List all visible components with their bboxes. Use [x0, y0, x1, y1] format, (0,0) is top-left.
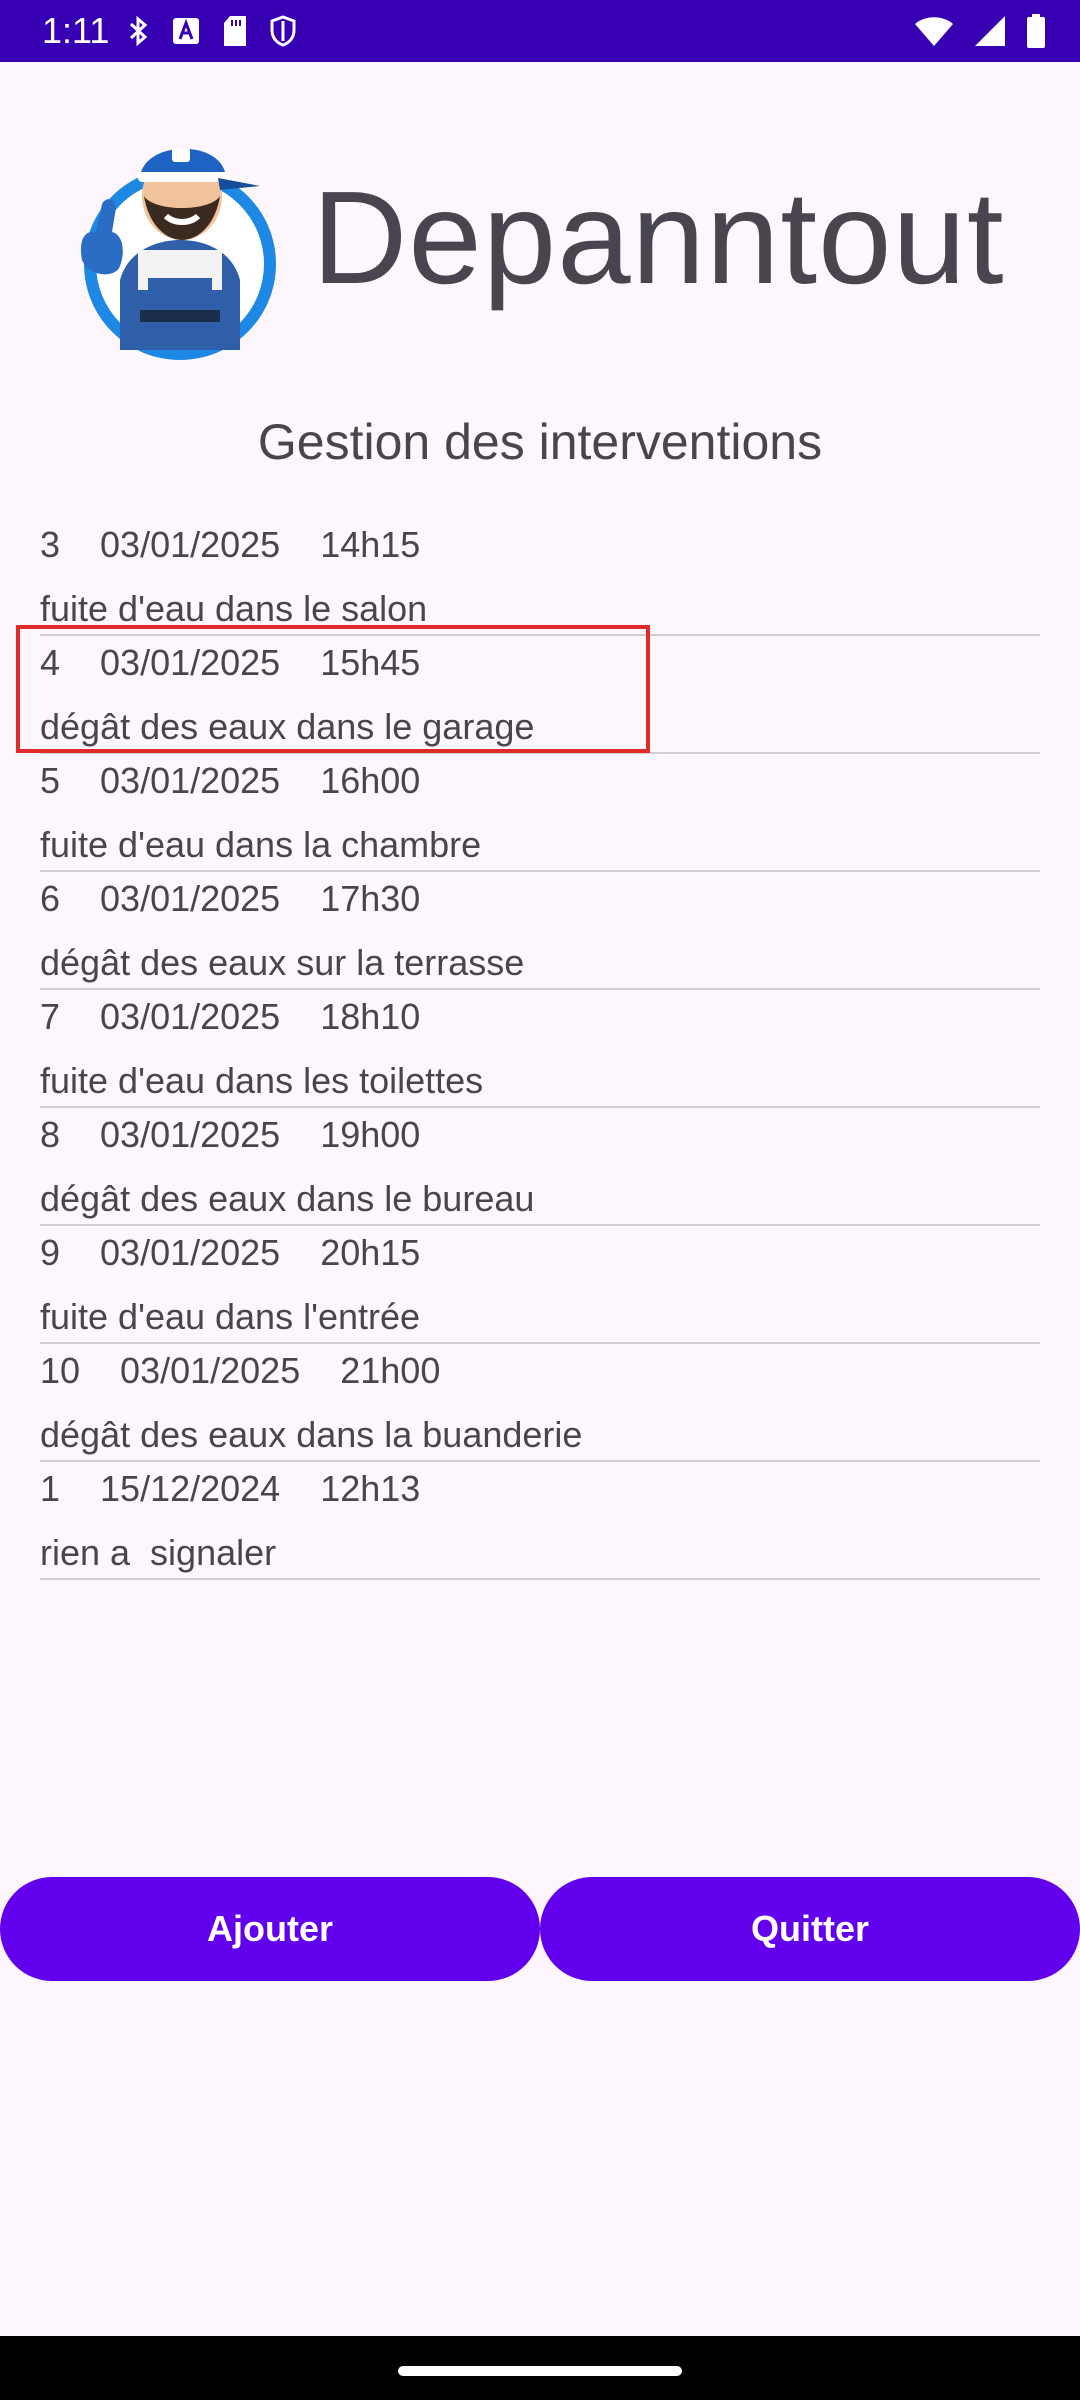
- intervention-time: 19h00: [320, 1114, 421, 1155]
- shield-icon: [270, 15, 296, 47]
- plumber-logo: [68, 100, 282, 370]
- intervention-id: 8: [40, 1114, 61, 1155]
- sd-card-icon: [224, 16, 246, 46]
- intervention-id: 5: [40, 760, 61, 801]
- list-item[interactable]: 3 03/01/2025 14h15 fuite d'eau dans le sal…: [40, 518, 1040, 636]
- intervention-date: 03/01/2025: [120, 1350, 301, 1391]
- intervention-time: 18h10: [320, 996, 421, 1037]
- list-item[interactable]: 5 03/01/2025 16h00 fuite d'eau dans la cha…: [40, 754, 1040, 872]
- intervention-time: 20h15: [320, 1232, 421, 1273]
- intervention-id: 7: [40, 996, 61, 1037]
- intervention-date: 15/12/2024: [100, 1468, 281, 1509]
- intervention-description: fuite d'eau dans la chambre: [40, 824, 482, 865]
- intervention-date: 03/01/2025: [100, 1114, 281, 1155]
- intervention-description: dégât des eaux sur la terrasse: [40, 942, 525, 983]
- quit-button[interactable]: Quitter: [540, 1877, 1080, 1981]
- intervention-id: 9: [40, 1232, 61, 1273]
- intervention-date: 03/01/2025: [100, 1232, 281, 1273]
- page-subtitle: Gestion des interventions: [257, 414, 823, 470]
- signal-icon: [975, 16, 1005, 46]
- status-bar: 1:11: [0, 0, 1080, 62]
- list-item[interactable]: 10 03/01/2025 21h00 dégât des eaux dans la…: [40, 1344, 1040, 1462]
- intervention-description: dégât des eaux dans le bureau: [40, 1178, 535, 1219]
- list-item[interactable]: 1 15/12/2024 12h13 rien a signaler: [40, 1462, 1040, 1580]
- intervention-description: fuite d'eau dans l'entrée: [40, 1296, 421, 1337]
- status-icons-left: [128, 14, 296, 48]
- list-item[interactable]: 9 03/01/2025 20h15 fuite d'eau dans l'entr…: [40, 1226, 1040, 1344]
- intervention-description: rien a signaler: [40, 1532, 277, 1573]
- status-time: 1:11: [42, 10, 110, 51]
- home-gesture-handle[interactable]: [398, 2366, 682, 2376]
- list-item[interactable]: 6 03/01/2025 17h30 dégât des eaux sur la t…: [40, 872, 1040, 990]
- list-item[interactable]: 8 03/01/2025 19h00 dégât des eaux dans le …: [40, 1108, 1040, 1226]
- intervention-id: 1: [40, 1468, 61, 1509]
- a-icon: [173, 18, 199, 44]
- add-button[interactable]: Ajouter: [0, 1877, 540, 1981]
- intervention-time: 12h13: [320, 1468, 421, 1509]
- app-title: Depanntout: [312, 164, 1005, 311]
- intervention-time: 21h00: [340, 1350, 441, 1391]
- intervention-id: 10: [40, 1350, 81, 1391]
- intervention-date: 03/01/2025: [100, 760, 281, 801]
- status-icons-right: [914, 12, 1046, 50]
- selection-highlight: [16, 625, 650, 753]
- intervention-date: 03/01/2025: [100, 524, 281, 565]
- intervention-id: 3: [40, 524, 61, 565]
- wifi-icon: [915, 17, 953, 46]
- intervention-date: 03/01/2025: [100, 878, 281, 919]
- battery-icon: [1027, 14, 1045, 48]
- intervention-time: 16h00: [320, 760, 421, 801]
- intervention-description: dégât des eaux dans la buanderie: [40, 1414, 583, 1455]
- bluetooth-icon: [129, 16, 148, 46]
- intervention-time: 14h15: [320, 524, 421, 565]
- intervention-date: 03/01/2025: [100, 996, 281, 1037]
- intervention-id: 6: [40, 878, 61, 919]
- intervention-description: fuite d'eau dans les toilettes: [40, 1060, 484, 1101]
- list-item[interactable]: 7 03/01/2025 18h10 fuite d'eau dans les to…: [40, 990, 1040, 1108]
- intervention-time: 17h30: [320, 878, 421, 919]
